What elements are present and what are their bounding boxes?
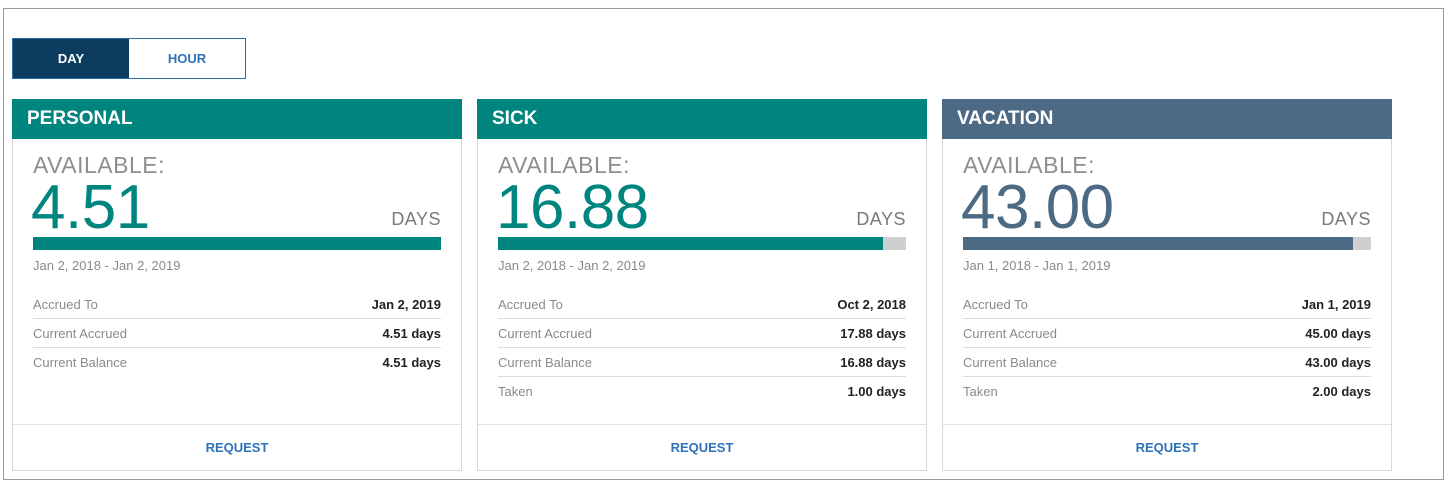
personal-balance-card: PERSONAL AVAILABLE: 4.51 DAYS Jan 2, 201… xyxy=(12,99,462,471)
progress-fill xyxy=(963,237,1354,250)
progress-fill xyxy=(498,237,884,250)
date-range: Jan 2, 2018 - Jan 2, 2019 xyxy=(498,258,646,273)
detail-label: Current Balance xyxy=(33,354,127,370)
card-footer: REQUEST xyxy=(943,424,1391,470)
unit-label: DAYS xyxy=(1321,209,1371,229)
vacation-balance-card: VACATION AVAILABLE: 43.00 DAYS Jan 1, 20… xyxy=(942,99,1392,471)
detail-row-current-balance: Current Balance 16.88 days xyxy=(498,347,906,376)
date-range: Jan 1, 2018 - Jan 1, 2019 xyxy=(963,258,1111,273)
date-range: Jan 2, 2018 - Jan 2, 2019 xyxy=(33,258,181,273)
unit-toggle: DAY HOUR xyxy=(12,38,246,79)
detail-label: Current Accrued xyxy=(963,325,1057,341)
detail-label: Current Balance xyxy=(498,354,592,370)
hour-toggle-button[interactable]: HOUR xyxy=(129,39,245,78)
detail-label: Current Accrued xyxy=(498,325,592,341)
card-body: AVAILABLE: 4.51 DAYS Jan 2, 2018 - Jan 2… xyxy=(12,139,462,471)
detail-row-taken: Taken 1.00 days xyxy=(498,376,906,405)
card-footer: REQUEST xyxy=(13,424,461,470)
detail-label: Current Accrued xyxy=(33,325,127,341)
detail-row-accrued-to: Accrued To Jan 1, 2019 xyxy=(963,290,1371,318)
detail-list: Accrued To Jan 1, 2019 Current Accrued 4… xyxy=(963,290,1371,405)
card-body: AVAILABLE: 16.88 DAYS Jan 2, 2018 - Jan … xyxy=(477,139,927,471)
detail-value: Oct 2, 2018 xyxy=(837,296,906,312)
available-amount: 4.51 xyxy=(31,173,150,242)
detail-value: 16.88 days xyxy=(840,354,906,370)
card-body: AVAILABLE: 43.00 DAYS Jan 1, 2018 - Jan … xyxy=(942,139,1392,471)
detail-value: Jan 2, 2019 xyxy=(371,296,441,312)
detail-row-current-balance: Current Balance 4.51 days xyxy=(33,347,441,376)
detail-value: 1.00 days xyxy=(847,383,906,399)
card-title: PERSONAL xyxy=(12,99,462,139)
available-amount: 43.00 xyxy=(961,173,1114,242)
progress-fill xyxy=(33,237,441,250)
detail-row-current-accrued: Current Accrued 17.88 days xyxy=(498,318,906,347)
request-button[interactable]: REQUEST xyxy=(671,440,734,455)
detail-label: Accrued To xyxy=(33,296,98,312)
detail-label: Taken xyxy=(963,383,998,399)
detail-label: Accrued To xyxy=(963,296,1028,312)
detail-row-taken: Taken 2.00 days xyxy=(963,376,1371,405)
request-button[interactable]: REQUEST xyxy=(1136,440,1199,455)
detail-row-accrued-to: Accrued To Oct 2, 2018 xyxy=(498,290,906,318)
card-footer: REQUEST xyxy=(478,424,926,470)
detail-row-current-accrued: Current Accrued 45.00 days xyxy=(963,318,1371,347)
day-toggle-button[interactable]: DAY xyxy=(13,39,129,78)
detail-value: Jan 1, 2019 xyxy=(1301,296,1371,312)
detail-list: Accrued To Oct 2, 2018 Current Accrued 1… xyxy=(498,290,906,405)
detail-row-current-accrued: Current Accrued 4.51 days xyxy=(33,318,441,347)
balance-progress-bar xyxy=(498,237,906,250)
detail-row-current-balance: Current Balance 43.00 days xyxy=(963,347,1371,376)
balance-progress-bar xyxy=(33,237,441,250)
detail-value: 4.51 days xyxy=(382,354,441,370)
detail-value: 43.00 days xyxy=(1305,354,1371,370)
detail-value: 4.51 days xyxy=(382,325,441,341)
detail-value: 2.00 days xyxy=(1312,383,1371,399)
detail-label: Taken xyxy=(498,383,533,399)
unit-label: DAYS xyxy=(856,209,906,229)
detail-value: 45.00 days xyxy=(1305,325,1371,341)
available-amount: 16.88 xyxy=(496,173,649,242)
unit-label: DAYS xyxy=(391,209,441,229)
card-title: SICK xyxy=(477,99,927,139)
balance-progress-bar xyxy=(963,237,1371,250)
detail-label: Accrued To xyxy=(498,296,563,312)
card-title: VACATION xyxy=(942,99,1392,139)
request-button[interactable]: REQUEST xyxy=(206,440,269,455)
sick-balance-card: SICK AVAILABLE: 16.88 DAYS Jan 2, 2018 -… xyxy=(477,99,927,471)
detail-list: Accrued To Jan 2, 2019 Current Accrued 4… xyxy=(33,290,441,376)
detail-value: 17.88 days xyxy=(840,325,906,341)
detail-row-accrued-to: Accrued To Jan 2, 2019 xyxy=(33,290,441,318)
detail-label: Current Balance xyxy=(963,354,1057,370)
